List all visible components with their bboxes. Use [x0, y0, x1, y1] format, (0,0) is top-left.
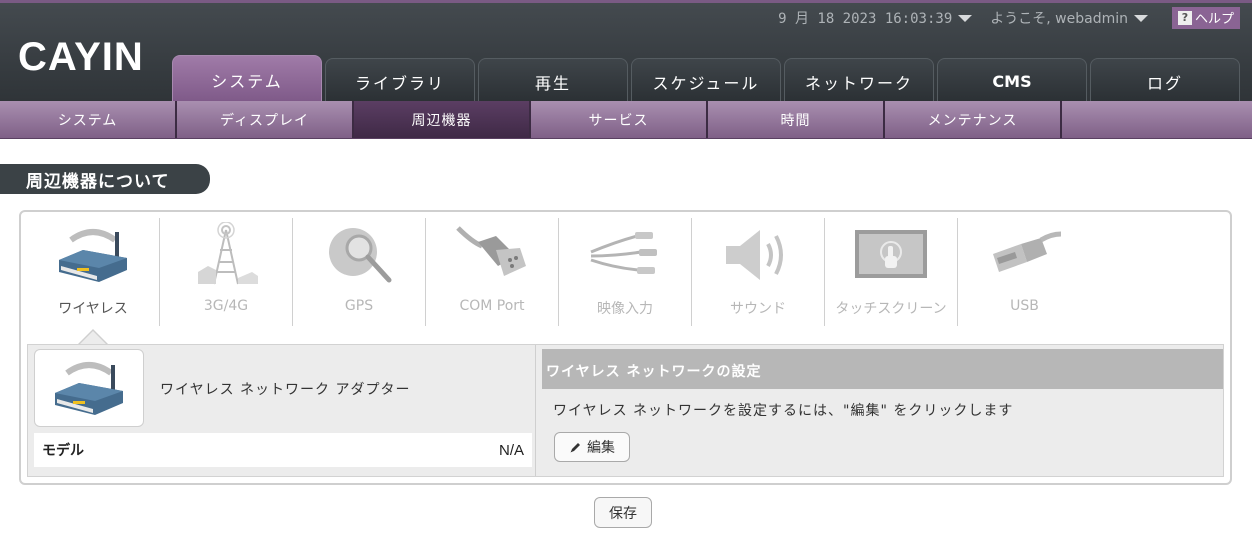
topbar: 9 月 18 2023 16:03:39 ようこそ, webadmin ? ヘル… — [778, 7, 1240, 29]
settings-title: ワイヤレス ネットワークの設定 — [542, 349, 1223, 389]
edit-label: 編集 — [587, 440, 615, 456]
page-title: 周辺機器について — [0, 164, 210, 194]
device-com-port[interactable]: COM Port — [426, 218, 559, 326]
device-3g4g[interactable]: 3G/4G — [160, 218, 293, 326]
settings-description: ワイヤレス ネットワークを設定するには、"編集" をクリックします — [553, 403, 1014, 419]
subtab-peripherals[interactable]: 周辺機器 — [354, 101, 531, 138]
device-info: ワイヤレス ネットワーク アダプター モデル N/A — [28, 345, 536, 476]
subtab-display[interactable]: ディスプレイ — [177, 101, 354, 138]
device-detail: ワイヤレス ネットワーク アダプター モデル N/A ワイヤレス ネットワークの… — [27, 344, 1224, 477]
datetime-dropdown-icon[interactable] — [958, 14, 973, 22]
welcome-text: ようこそ, webadmin — [990, 11, 1128, 27]
tab-network[interactable]: ネットワーク — [784, 58, 934, 104]
sub-nav: システム ディスプレイ 周辺機器 サービス 時間 メンテナンス — [0, 101, 1252, 139]
device-touchscreen[interactable]: タッチスクリーン — [825, 218, 958, 326]
router-icon — [59, 229, 127, 282]
edit-button[interactable]: 編集 — [554, 432, 630, 462]
tab-schedule[interactable]: スケジュール — [631, 58, 781, 104]
device-wireless[interactable]: ワイヤレス — [27, 218, 160, 326]
device-sound[interactable]: サウンド — [692, 218, 825, 326]
adapter-name: ワイヤレス ネットワーク アダプター — [160, 382, 411, 398]
antenna-tower-icon — [198, 222, 258, 285]
help-icon: ? — [1177, 10, 1192, 25]
top-header: CAYIN 9 月 18 2023 16:03:39 ようこそ, webadmi… — [0, 0, 1252, 104]
tab-playback[interactable]: 再生 — [478, 58, 628, 104]
model-row: モデル N/A — [34, 433, 532, 467]
tab-system[interactable]: システム — [172, 55, 322, 104]
subtab-services[interactable]: サービス — [531, 101, 708, 138]
peripherals-panel: ワイヤレス 3G/4G GPS COM Port 映像入力 サウンド タッチスク… — [19, 210, 1232, 485]
subtab-time[interactable]: 時間 — [708, 101, 885, 138]
settings-box: ワイヤレス ネットワークの設定 ワイヤレス ネットワークを設定するには、"編集"… — [542, 349, 1223, 462]
tab-cms[interactable]: CMS — [937, 58, 1087, 104]
help-button[interactable]: ? ヘルプ — [1171, 7, 1240, 29]
help-label: ヘルプ — [1194, 12, 1234, 27]
device-label-com-port: COM Port — [459, 298, 525, 314]
device-video-input[interactable]: 映像入力 — [559, 218, 692, 326]
tab-log[interactable]: ログ — [1090, 58, 1240, 104]
device-list: ワイヤレス 3G/4G GPS COM Port 映像入力 サウンド タッチスク… — [27, 218, 1091, 326]
user-dropdown-icon[interactable] — [1133, 14, 1148, 22]
device-thumbnail — [34, 349, 144, 427]
selected-device-pointer — [77, 329, 109, 346]
device-gps[interactable]: GPS — [293, 218, 426, 326]
usb-plug-icon — [992, 231, 1061, 272]
main-tabs: システム ライブラリ 再生 スケジュール ネットワーク CMS ログ — [172, 55, 1243, 104]
globe-magnifier-icon — [329, 228, 392, 283]
device-label-touchscreen: タッチスクリーン — [835, 301, 947, 317]
speaker-icon — [726, 230, 783, 280]
datetime-text: 9 月 18 2023 16:03:39 — [778, 11, 953, 27]
subtab-system[interactable]: システム — [0, 101, 177, 138]
device-label-gps: GPS — [344, 298, 374, 314]
device-label-video-input: 映像入力 — [597, 301, 653, 317]
save-button[interactable]: 保存 — [594, 497, 652, 528]
device-label-sound: サウンド — [730, 301, 786, 317]
device-label-usb: USB — [1010, 298, 1039, 314]
device-label-wireless: ワイヤレス — [58, 301, 128, 317]
tab-library[interactable]: ライブラリ — [325, 58, 475, 104]
subtab-maintenance[interactable]: メンテナンス — [885, 101, 1062, 138]
av-cable-icon — [590, 232, 657, 274]
serial-cable-icon — [456, 226, 526, 276]
device-label-3g4g: 3G/4G — [203, 298, 249, 314]
model-key: モデル — [42, 443, 84, 459]
cayin-logo: CAYIN — [18, 35, 144, 79]
touchscreen-icon — [855, 230, 927, 278]
pencil-icon — [570, 442, 580, 452]
router-icon — [55, 362, 123, 415]
model-value: N/A — [498, 441, 524, 459]
device-usb[interactable]: USB — [958, 218, 1091, 326]
